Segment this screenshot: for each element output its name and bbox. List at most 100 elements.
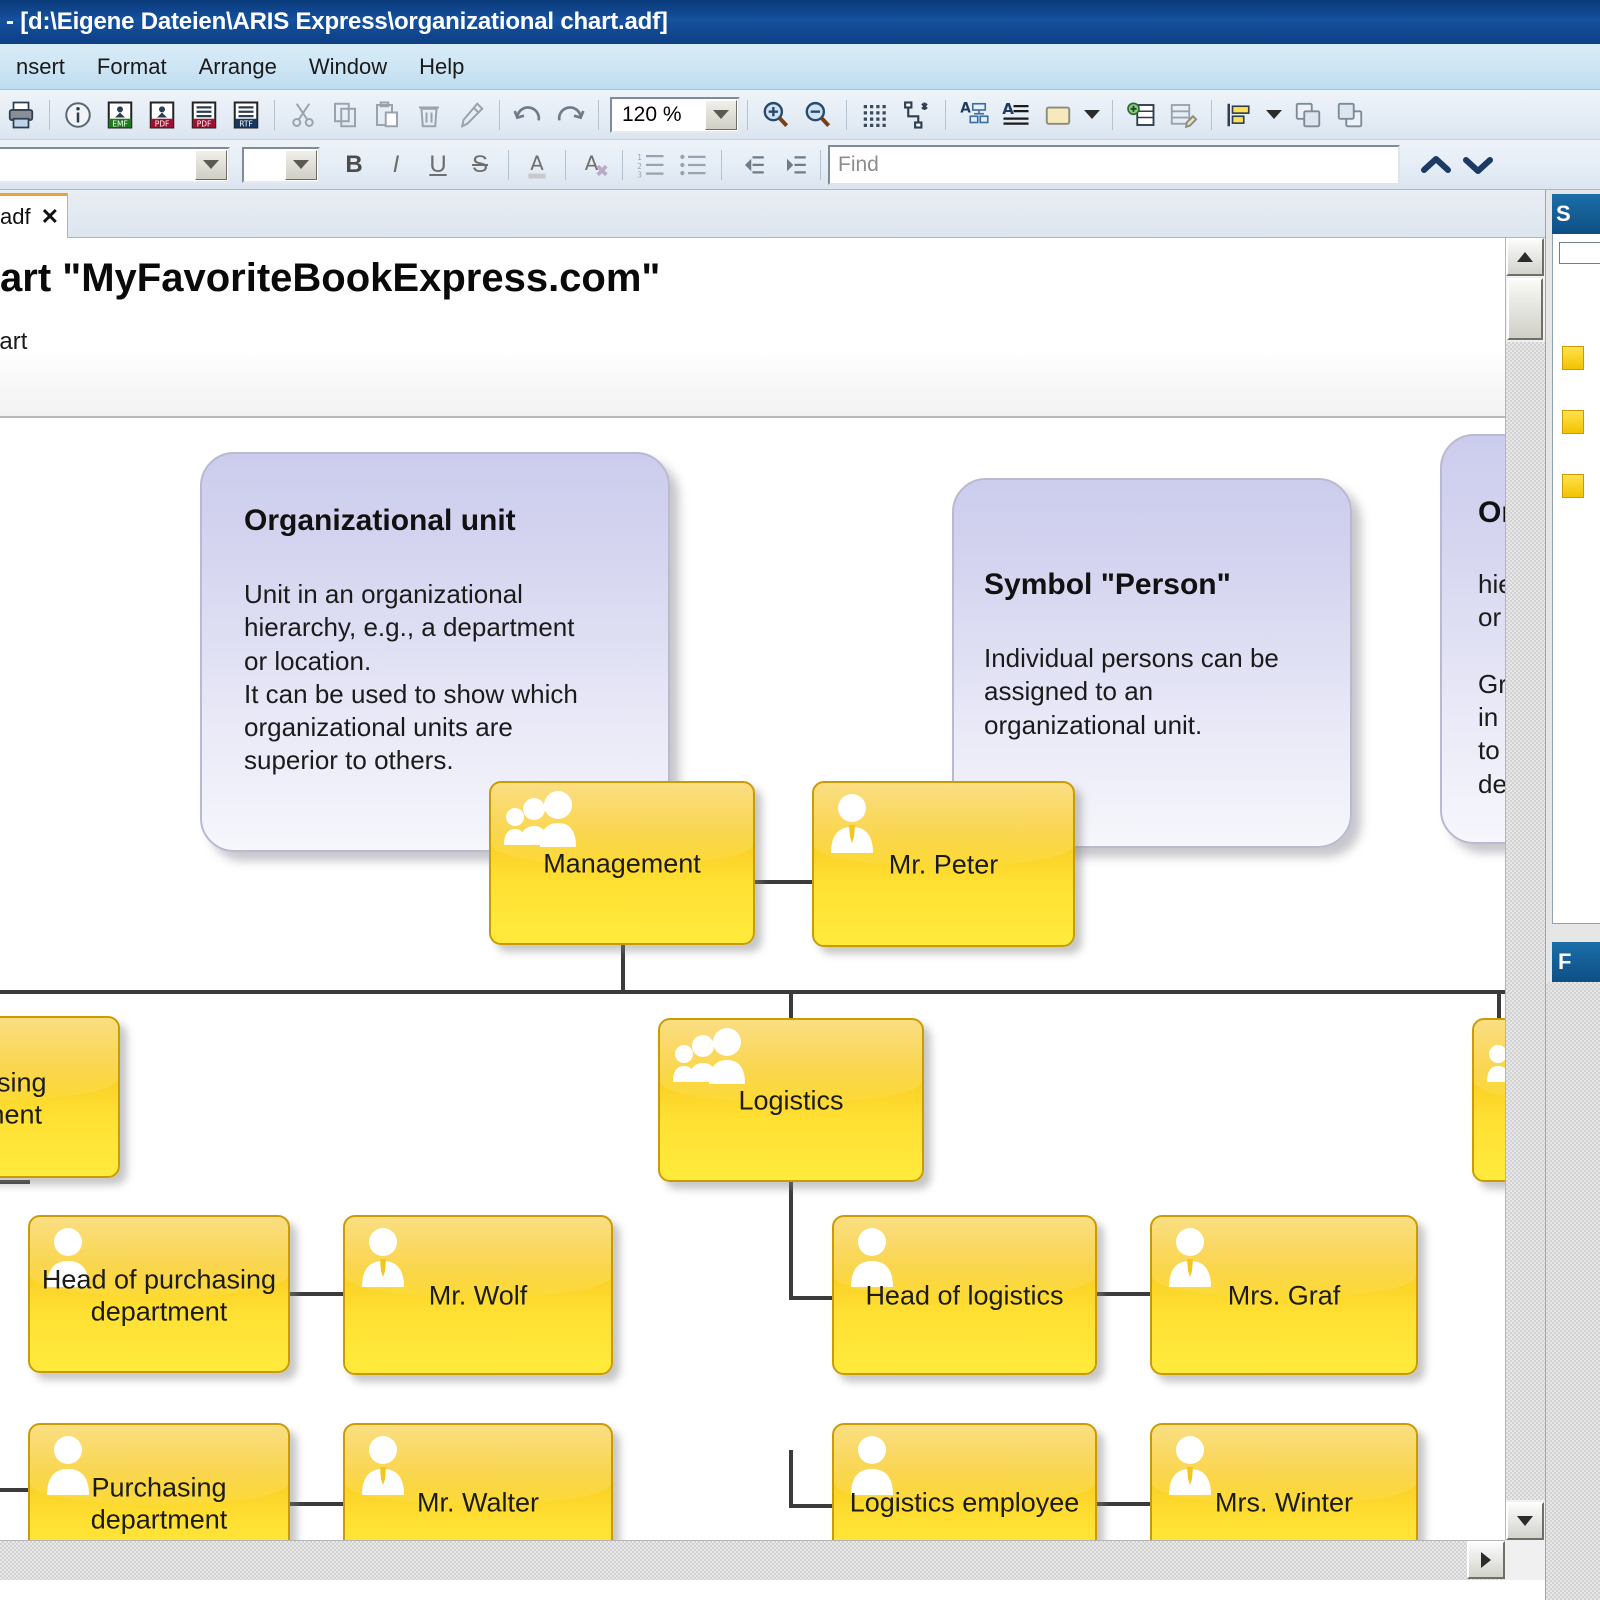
toolbar-separator-8 bbox=[1112, 99, 1113, 130]
zoom-out-icon[interactable] bbox=[798, 95, 838, 135]
underline-button[interactable]: U bbox=[418, 145, 458, 185]
zoom-in-icon[interactable] bbox=[756, 95, 796, 135]
node-head-of-purchasing[interactable]: Head of purchasing department bbox=[28, 1215, 290, 1373]
print-icon[interactable] bbox=[1, 95, 41, 135]
font-family-combobox[interactable] bbox=[0, 146, 230, 183]
find-input[interactable]: Find bbox=[828, 144, 1400, 185]
toolbar-separator-7 bbox=[945, 99, 946, 130]
node-logistics-employee[interactable]: Logistics employee bbox=[832, 1423, 1097, 1540]
send-back-icon[interactable] bbox=[1330, 95, 1370, 135]
align-text-icon[interactable]: A bbox=[954, 95, 994, 135]
bold-button[interactable]: B bbox=[334, 145, 374, 185]
clear-format-icon[interactable]: A bbox=[574, 145, 614, 185]
grid-icon[interactable] bbox=[855, 95, 895, 135]
node-logistics[interactable]: Logistics bbox=[658, 1018, 924, 1182]
chevron-down-icon[interactable] bbox=[195, 149, 227, 180]
add-attribute-icon[interactable] bbox=[1121, 95, 1161, 135]
menu-arrange[interactable]: Arrange bbox=[183, 50, 293, 84]
export-rtf-icon[interactable]: RTF bbox=[226, 95, 266, 135]
align-dropdown-icon[interactable] bbox=[1262, 95, 1286, 135]
format-separator-1 bbox=[508, 149, 509, 180]
node-mr-wolf[interactable]: Mr. Wolf bbox=[343, 1215, 613, 1375]
font-size-combobox[interactable] bbox=[242, 146, 320, 183]
scroll-thumb[interactable] bbox=[1507, 278, 1543, 340]
menu-help[interactable]: Help bbox=[403, 50, 480, 84]
menu-window[interactable]: Window bbox=[293, 50, 403, 84]
connection-icon[interactable] bbox=[897, 95, 937, 135]
document-tabstrip: adf ✕ bbox=[0, 190, 1545, 238]
align-objects-icon[interactable] bbox=[1220, 95, 1260, 135]
bulleted-list-icon[interactable] bbox=[673, 145, 713, 185]
text-format-icon[interactable]: A bbox=[996, 95, 1036, 135]
svg-text:A: A bbox=[1002, 100, 1014, 118]
dock-item-2[interactable] bbox=[1562, 410, 1584, 434]
chevron-down-icon[interactable] bbox=[705, 99, 737, 130]
page-subtitle: onal chart bbox=[0, 328, 28, 355]
menu-insert[interactable]: nsert bbox=[0, 50, 81, 84]
connector-logistics-branch bbox=[789, 1296, 833, 1300]
bring-front-icon[interactable] bbox=[1288, 95, 1328, 135]
note-title: Organizational unit bbox=[244, 504, 516, 537]
chevron-down-icon[interactable] bbox=[285, 149, 317, 180]
format-painter-icon[interactable] bbox=[451, 95, 491, 135]
node-mrs-winter[interactable]: Mrs. Winter bbox=[1150, 1423, 1418, 1540]
increase-indent-icon[interactable] bbox=[772, 145, 812, 185]
scroll-down-icon[interactable] bbox=[1506, 1502, 1544, 1540]
scroll-track[interactable] bbox=[1506, 342, 1546, 1500]
find-previous-icon[interactable] bbox=[1416, 145, 1456, 185]
canvas-horizontal-scrollbar[interactable] bbox=[0, 1540, 1505, 1580]
italic-button[interactable]: I bbox=[376, 145, 416, 185]
node-head-of-logistics[interactable]: Head of logistics bbox=[832, 1215, 1097, 1375]
copy-icon[interactable] bbox=[325, 95, 365, 135]
export-pdf-icon[interactable]: PDF bbox=[142, 95, 182, 135]
node-mrs-graf[interactable]: Mrs. Graf bbox=[1150, 1215, 1418, 1375]
scroll-up-icon[interactable] bbox=[1506, 238, 1544, 276]
format-toolbar: B I U S A A 1 2 3 Find bbox=[0, 140, 1600, 190]
dock-body[interactable] bbox=[1552, 234, 1600, 924]
node-label: Logistics employee bbox=[849, 1487, 1080, 1518]
dock-item-3[interactable] bbox=[1562, 474, 1584, 498]
diagram-canvas[interactable]: Organizational unit Unit in an organizat… bbox=[0, 420, 1505, 1540]
zoom-combobox[interactable]: 120 % bbox=[610, 96, 740, 133]
paste-icon[interactable] bbox=[367, 95, 407, 135]
connector-purchasing-down bbox=[0, 1180, 30, 1184]
export-pdf2-icon[interactable]: PDF bbox=[184, 95, 224, 135]
fill-color-icon[interactable] bbox=[1038, 95, 1078, 135]
node-label: Head of logistics bbox=[865, 1280, 1064, 1311]
node-label: Logistics bbox=[738, 1085, 844, 1116]
numbered-list-icon[interactable]: 1 2 3 bbox=[631, 145, 671, 185]
close-icon[interactable]: ✕ bbox=[41, 204, 59, 230]
node-purchasing-department[interactable]: Purchasing department bbox=[28, 1423, 290, 1540]
info-icon[interactable] bbox=[58, 95, 98, 135]
note-body: Individual persons can be assigned to an… bbox=[984, 643, 1279, 740]
menu-format[interactable]: Format bbox=[81, 50, 183, 84]
node-purchasing-unit[interactable]: asing ment bbox=[0, 1016, 120, 1178]
cut-icon[interactable] bbox=[283, 95, 323, 135]
undo-icon[interactable] bbox=[508, 95, 548, 135]
connector-logistics-down-2 bbox=[789, 1450, 793, 1508]
node-mr-walter[interactable]: Mr. Walter bbox=[343, 1423, 613, 1540]
delete-icon[interactable] bbox=[409, 95, 449, 135]
find-next-icon[interactable] bbox=[1458, 145, 1498, 185]
toolbar-separator-3 bbox=[499, 99, 500, 130]
window-title: - [d:\Eigene Dateien\ARIS Express\organi… bbox=[6, 8, 668, 35]
node-management[interactable]: Management bbox=[489, 781, 755, 945]
export-emf-icon[interactable]: EMF bbox=[100, 95, 140, 135]
decrease-indent-icon[interactable] bbox=[730, 145, 770, 185]
scroll-right-icon[interactable] bbox=[1467, 1541, 1505, 1579]
document-tab-label: adf bbox=[0, 204, 31, 229]
connector-management-mrpeter bbox=[752, 880, 814, 884]
dock-search-field[interactable] bbox=[1559, 242, 1600, 264]
note-organizational-chart[interactable]: Or hie or Gr in to de bbox=[1440, 434, 1505, 844]
redo-icon[interactable] bbox=[550, 95, 590, 135]
canvas-vertical-scrollbar[interactable] bbox=[1505, 238, 1546, 1540]
node-right-unit[interactable] bbox=[1472, 1018, 1505, 1182]
font-color-icon[interactable]: A bbox=[517, 145, 557, 185]
fill-color-dropdown-icon[interactable] bbox=[1080, 95, 1104, 135]
document-tab[interactable]: adf ✕ bbox=[0, 193, 68, 238]
edit-attribute-icon[interactable] bbox=[1163, 95, 1203, 135]
node-mr-peter[interactable]: Mr. Peter bbox=[812, 781, 1075, 947]
dock-item-1[interactable] bbox=[1562, 346, 1584, 370]
toolbar-separator-1 bbox=[49, 99, 50, 130]
strikethrough-button[interactable]: S bbox=[460, 145, 500, 185]
